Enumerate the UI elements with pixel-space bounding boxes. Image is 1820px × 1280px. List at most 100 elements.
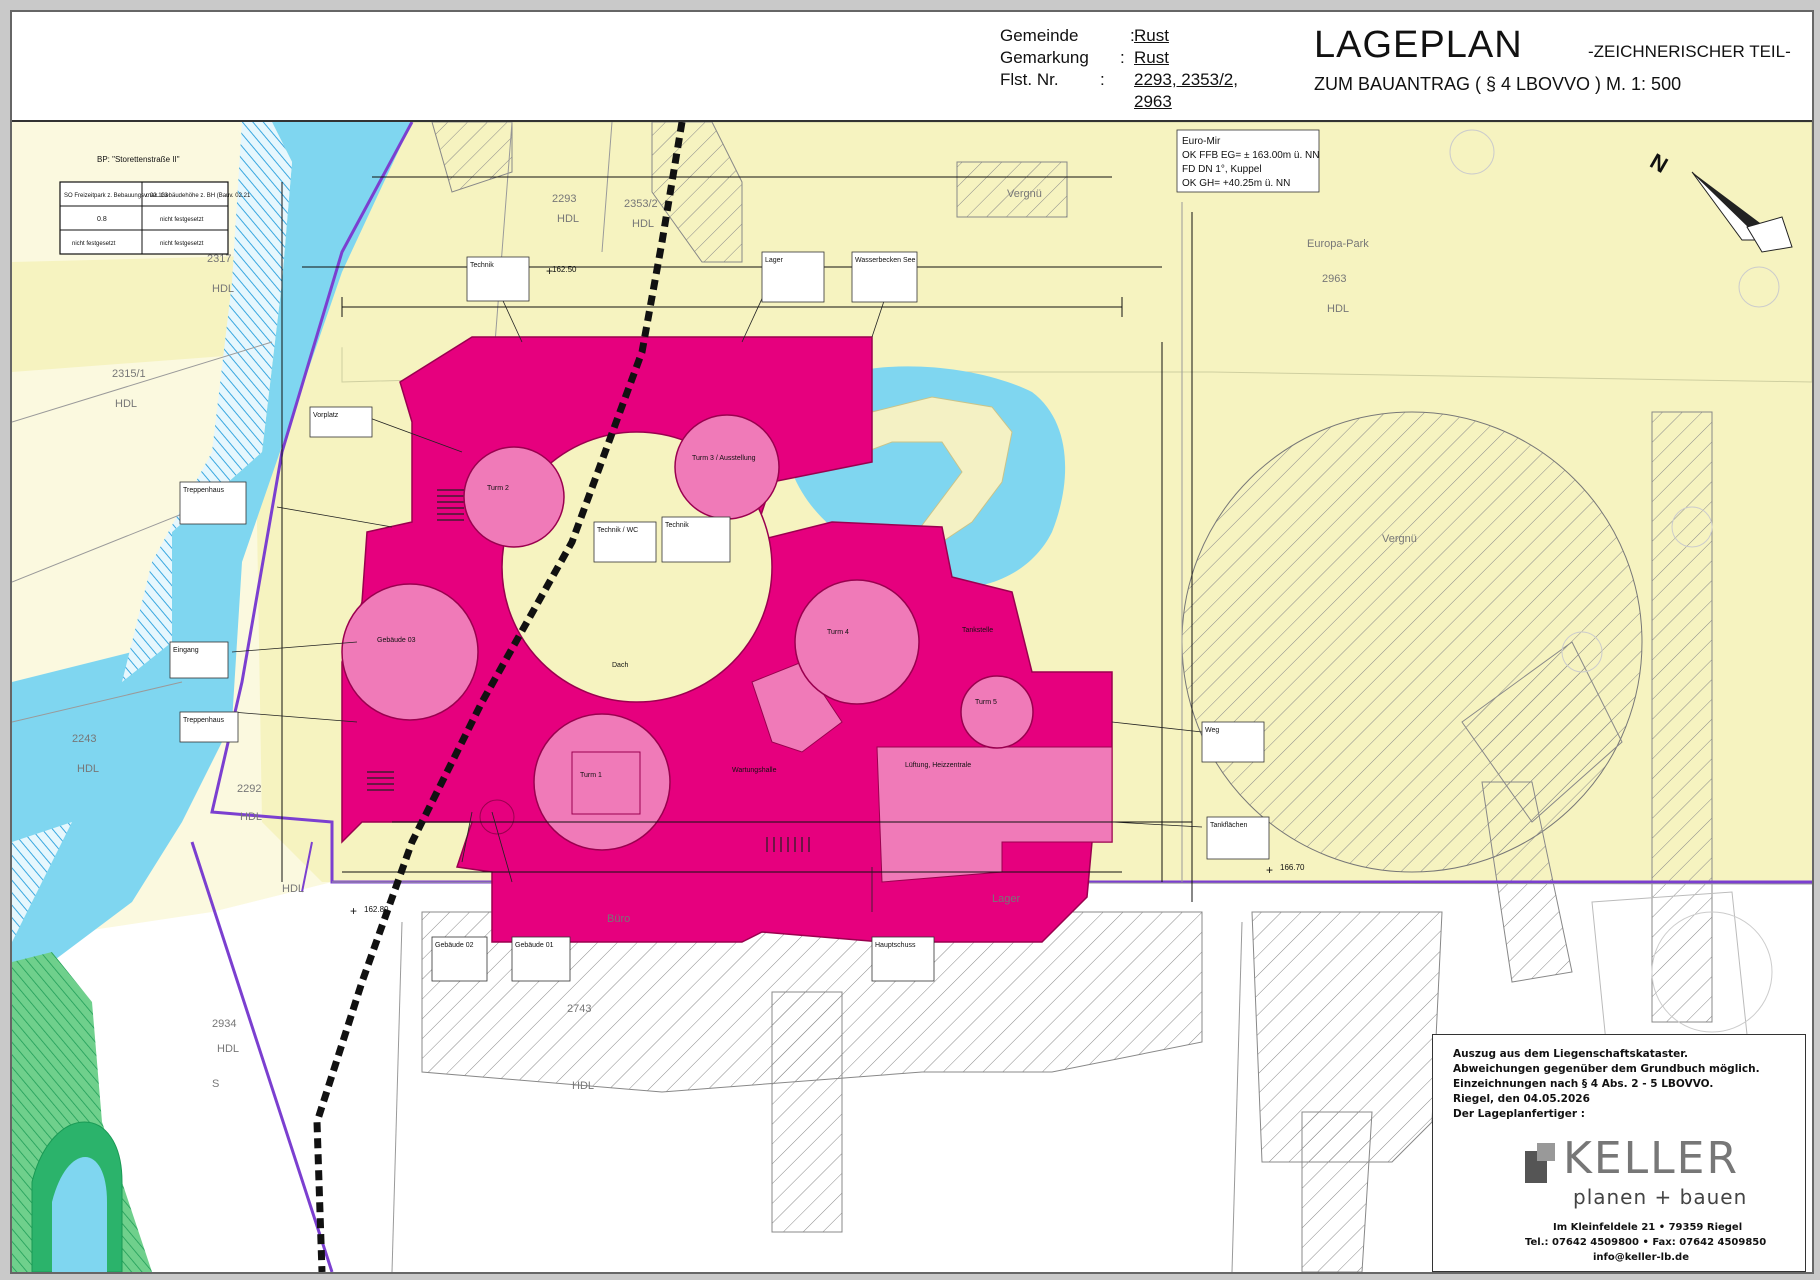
- plan-title: LAGEPLAN: [1314, 24, 1523, 66]
- parcel-2353: 2353/2: [624, 198, 658, 210]
- label-gebaeude03: Gebäude 03: [377, 637, 416, 644]
- parcel-hdl: HDL: [217, 1043, 239, 1055]
- parcel-hdl: HDL: [212, 283, 234, 295]
- parcel-vergn: Vergnü: [1382, 533, 1417, 545]
- parcel-hdl: HDL: [557, 213, 579, 225]
- stamp-note-2: Abweichungen gegenüber dem Grundbuch mög…: [1453, 1063, 1760, 1075]
- gemeinde-value: Rust: [1134, 26, 1169, 45]
- label-lager: Lager: [765, 257, 784, 264]
- label-tankstelle: Tankflächen: [1210, 822, 1247, 829]
- label-tankstelle-b: Tankstelle: [962, 627, 993, 634]
- label-turm2: Turm 2: [487, 485, 509, 492]
- parcel-hdl: HDL: [77, 763, 99, 775]
- label-turm1: Turm 1: [580, 772, 602, 779]
- label-vorplatz: Vorplatz: [313, 412, 339, 419]
- plan-part: -ZEICHNERISCHER TEIL-: [1588, 42, 1791, 61]
- label-tech-wc: Technik / WC: [597, 527, 638, 534]
- spot-height-1: 162.50: [552, 265, 577, 274]
- svg-text:+: +: [1266, 863, 1273, 877]
- legend-caption: BP: "Storettenstraße II": [97, 155, 180, 164]
- label-turm5: Turm 5: [975, 699, 997, 706]
- svg-text:+: +: [350, 904, 357, 918]
- tower-3: [674, 414, 780, 520]
- label-gebaeude01: Gebäude 01: [515, 942, 554, 949]
- label-turm3: Turm 3 / Ausstellung: [692, 455, 756, 462]
- label-turm4: Turm 4: [827, 629, 849, 636]
- tower-2: [463, 446, 565, 548]
- parcel-vergn: Vergnü: [1007, 188, 1042, 200]
- stamp-note-5: Der Lageplanfertiger :: [1453, 1108, 1585, 1120]
- flst-value-2: 2963: [1134, 92, 1172, 111]
- info-line-1: Euro-Mir: [1182, 136, 1221, 147]
- keller-logo-icon: [1525, 1143, 1565, 1183]
- flst-value-1: 2293, 2353/2,: [1134, 70, 1238, 89]
- legend-r1c2: nicht festgesetzt: [160, 217, 204, 223]
- company-address: Im Kleinfeldele 21 • 79359 Riegel: [1553, 1222, 1743, 1233]
- tower-4: [794, 579, 920, 705]
- existing-building-round: [1181, 411, 1643, 873]
- legend-r2c2: nicht festgesetzt: [160, 241, 204, 247]
- gemarkung-value: Rust: [1134, 48, 1169, 67]
- parcel-hdl: HDL: [282, 883, 304, 895]
- parcel-buero: Büro: [607, 913, 630, 925]
- title-block-header: Gemeinde : Rust Gemarkung : Rust Flst. N…: [12, 12, 1812, 122]
- parcel-europa-park: Europa-Park: [1307, 238, 1369, 250]
- legend-r2c1: nicht festgesetzt: [72, 241, 116, 247]
- stamp-note-3: Einzeichnungen nach § 4 Abs. 2 - 5 LBOVV…: [1453, 1078, 1714, 1090]
- parcel-2243: 2243: [72, 733, 96, 745]
- stamp-note-4: Riegel, den 04.05.2026: [1453, 1093, 1590, 1105]
- parcel-2292: 2292: [237, 783, 261, 795]
- label-wartung: Wartungshalle: [732, 767, 777, 774]
- label-wasser: Wasserbecken See: [855, 257, 916, 264]
- parcel-2963: 2963: [1322, 273, 1346, 285]
- label-gebaeude02: Gebäude 02: [435, 942, 474, 949]
- existing-building: [1651, 411, 1713, 1023]
- existing-building: [1301, 1111, 1373, 1272]
- parcel-hdl: HDL: [632, 218, 654, 230]
- parcel-2315: 2315/1: [112, 368, 146, 380]
- parcel-hdl: HDL: [572, 1080, 594, 1092]
- parcel-2293: 2293: [552, 193, 576, 205]
- label-technik: Technik: [470, 262, 494, 269]
- parcel-s: S: [212, 1078, 219, 1090]
- label-weg: Weg: [1205, 727, 1219, 734]
- building-03: [341, 583, 479, 721]
- label-technik2: Technik: [665, 522, 689, 529]
- label-dach: Dach: [612, 662, 628, 669]
- company-phone: Tel.: 07642 4509800 • Fax: 07642 4509850: [1525, 1237, 1767, 1248]
- company-logo-text: KELLER: [1563, 1133, 1740, 1184]
- info-line-3: FD DN 1°, Kuppel: [1182, 164, 1262, 175]
- label-lueftung: Lüftung, Heizzentrale: [905, 762, 971, 769]
- parcel-hdl: HDL: [1327, 303, 1349, 315]
- gemarkung-label: Gemarkung: [1000, 48, 1089, 67]
- parcel-2934: 2934: [212, 1018, 236, 1030]
- svg-text:+: +: [546, 264, 553, 278]
- label-treppenhaus: Treppenhaus: [183, 487, 224, 494]
- stamp-note-1: Auszug aus dem Liegenschaftskataster.: [1453, 1048, 1688, 1060]
- label-eingang: Eingang: [173, 647, 199, 654]
- info-line-4: OK GH= +40.25m ü. NN: [1182, 178, 1290, 189]
- colon: :: [1120, 48, 1125, 67]
- spot-height-3: 166.70: [1280, 863, 1305, 872]
- parcel-lager: Lager: [992, 893, 1020, 905]
- company-tagline: planen + bauen: [1573, 1185, 1748, 1209]
- flst-label: Flst. Nr.: [1000, 70, 1059, 89]
- spot-height-2: 162.80: [364, 905, 389, 914]
- parcel-2743: 2743: [567, 1003, 591, 1015]
- existing-building: [771, 991, 843, 1233]
- gemeinde-label: Gemeinde: [1000, 26, 1079, 45]
- plan-subtitle: ZUM BAUANTRAG ( § 4 LBOVVO ) M. 1: 500: [1314, 74, 1682, 94]
- parcel-hdl: HDL: [240, 811, 262, 823]
- legend-r1c1: 0.8: [97, 216, 107, 223]
- parcel-2317: 2317: [207, 253, 231, 265]
- legend-col2: max. Gebäudehöhe z. BH (Bauv. 02.21: [146, 193, 251, 199]
- site-plan-sheet: Gemeinde : Rust Gemarkung : Rust Flst. N…: [10, 10, 1814, 1274]
- info-line-2: OK FFB EG= ± 163.00m ü. NN: [1182, 150, 1319, 161]
- colon: :: [1100, 70, 1105, 89]
- tower-5: [960, 675, 1034, 749]
- surveyor-stamp: Auszug aus dem Liegenschaftskataster. Ab…: [1432, 1034, 1806, 1272]
- label-treppenhaus2: Treppenhaus: [183, 717, 224, 724]
- company-email: info@keller-lb.de: [1593, 1252, 1689, 1263]
- tower-1: [533, 713, 671, 851]
- label-hauptschuss: Hauptschuss: [875, 942, 916, 949]
